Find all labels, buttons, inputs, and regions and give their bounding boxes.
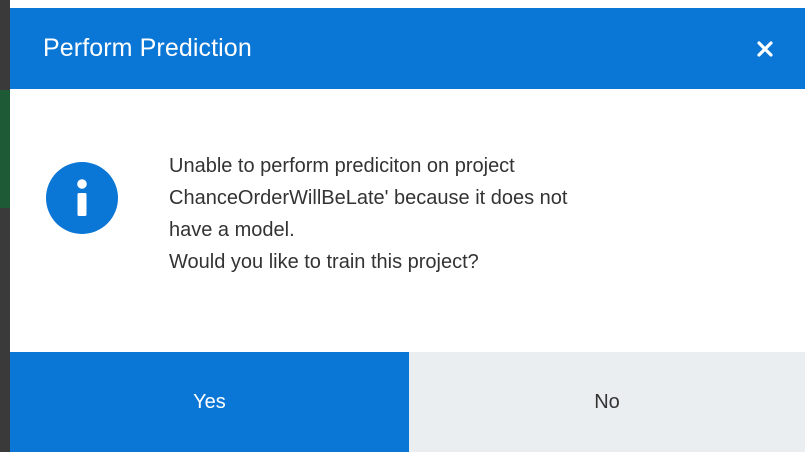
- yes-button[interactable]: Yes: [10, 352, 409, 452]
- close-icon: [757, 40, 773, 57]
- info-icon: [46, 162, 118, 234]
- dialog-title: Perform Prediction: [43, 34, 252, 62]
- perform-prediction-dialog: Perform Prediction Unable to perform pre…: [10, 8, 805, 452]
- dialog-header: Perform Prediction: [10, 8, 805, 89]
- message-line: Would you like to train this project?: [169, 251, 479, 273]
- message-line: ChanceOrderWillBeLate' because it does n…: [169, 187, 568, 209]
- message-line: have a model.: [169, 219, 295, 241]
- dialog-body: Unable to perform prediciton on project …: [10, 89, 805, 352]
- close-button[interactable]: [751, 35, 779, 63]
- backdrop-accent: [0, 90, 10, 208]
- dialog-footer: Yes No: [10, 352, 805, 452]
- message-line: Unable to perform prediciton on project: [169, 155, 515, 177]
- no-button[interactable]: No: [409, 352, 805, 452]
- page-backdrop: [0, 0, 10, 452]
- screen: Perform Prediction Unable to perform pre…: [0, 0, 805, 452]
- dialog-message: Unable to perform prediciton on project …: [169, 150, 769, 278]
